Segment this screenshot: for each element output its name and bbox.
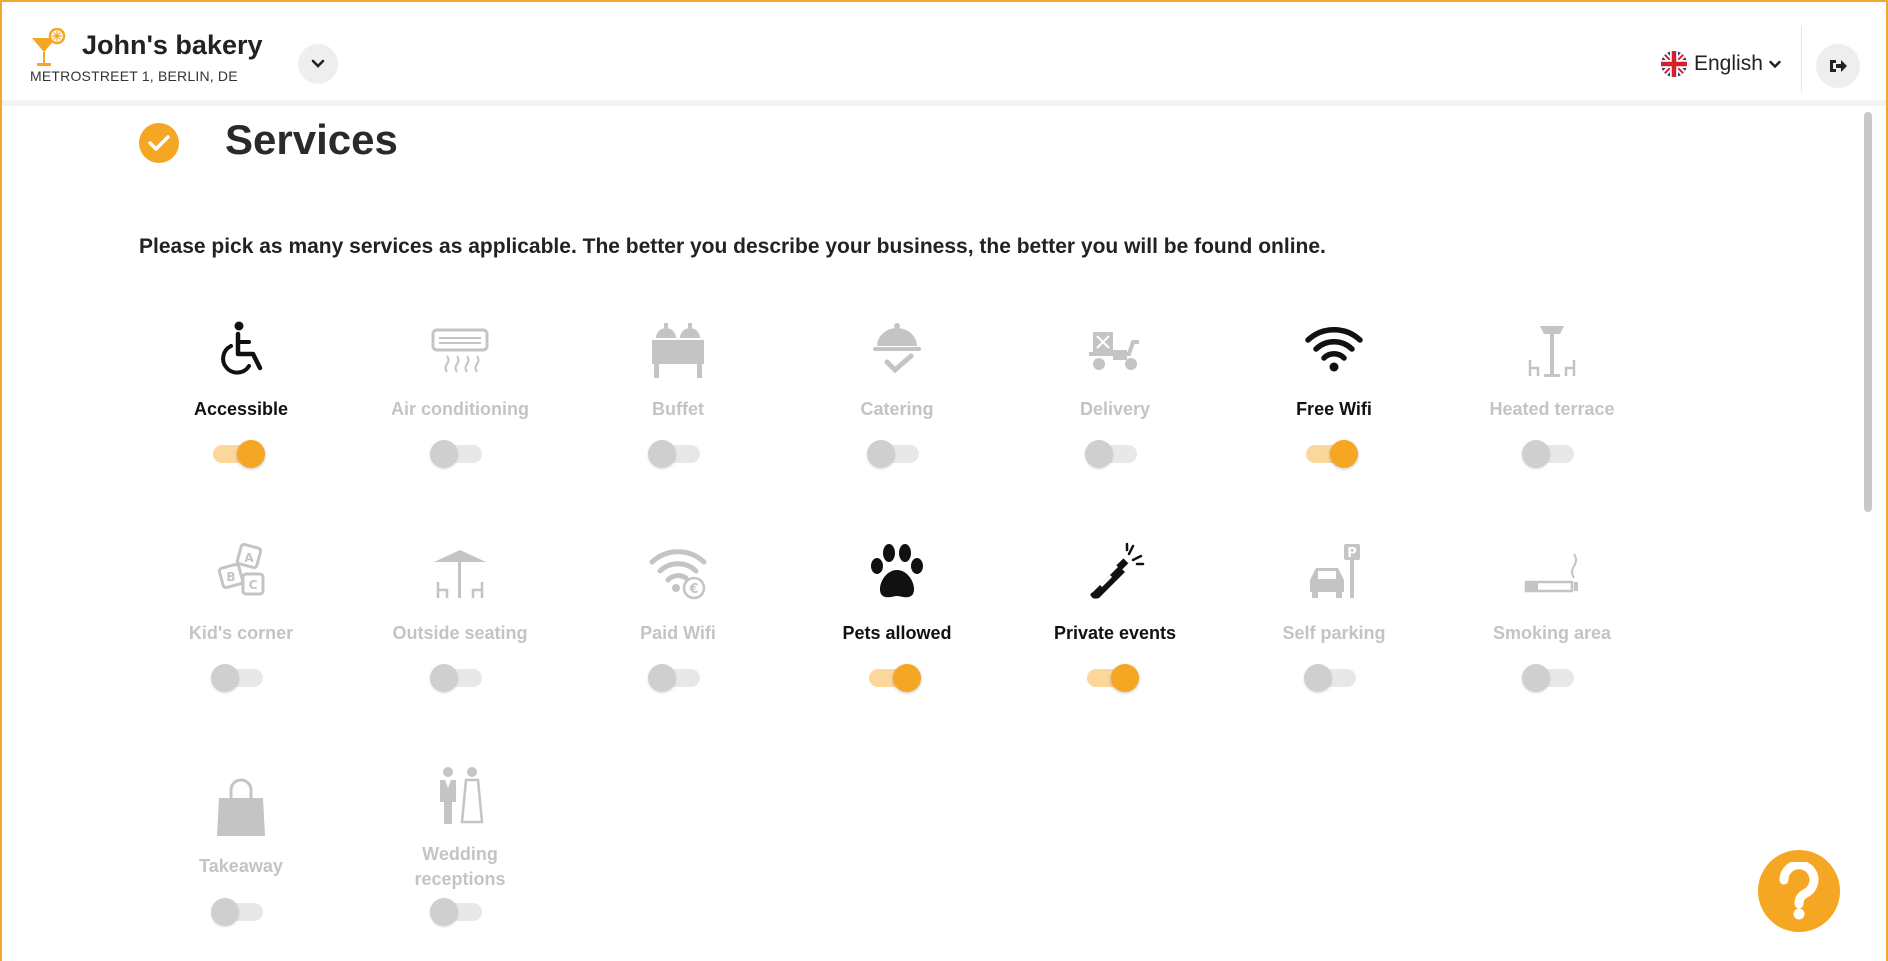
service-label: Paid Wifi [640, 623, 716, 643]
service-toggle-kids-corner[interactable] [211, 664, 265, 692]
wifi-icon [1305, 326, 1363, 372]
wheelchair-icon [221, 321, 263, 375]
service-label: Free Wifi [1296, 399, 1372, 419]
service-label: Accessible [193, 399, 289, 419]
service-label: Smoking area [1492, 623, 1612, 643]
service-label: Private events [1053, 623, 1177, 643]
svg-text:P: P [1347, 546, 1357, 561]
delivery-scooter-icon [1089, 332, 1139, 370]
catering-cloche-icon [873, 323, 921, 374]
heated-terrace-icon [1528, 326, 1576, 377]
business-address: METROSTREET 1, BERLIN, DE [30, 68, 238, 84]
header-divider [1801, 26, 1802, 92]
top-bar: John's bakery METROSTREET 1, BERLIN, DE … [2, 8, 1886, 106]
svg-text:B: B [226, 570, 235, 584]
service-toggle-paid-wifi[interactable] [648, 664, 702, 692]
logout-button[interactable] [1816, 44, 1860, 88]
service-toggle-smoking-area[interactable] [1522, 664, 1576, 692]
language-label: English [1694, 52, 1763, 75]
service-toggle-catering[interactable] [867, 440, 921, 468]
service-label: Outside seating [392, 623, 528, 643]
service-toggle-delivery[interactable] [1085, 440, 1139, 468]
service-label: Kid's corner [188, 623, 294, 643]
service-toggle-accessible[interactable] [213, 440, 265, 468]
logout-icon [1830, 60, 1847, 72]
paw-icon [871, 544, 923, 598]
business-switch-button[interactable] [298, 44, 338, 84]
air-conditioner-icon [431, 328, 489, 373]
service-toggle-air-conditioning[interactable] [430, 440, 484, 468]
service-toggle-outside-seating[interactable] [430, 664, 484, 692]
service-label: Heated terrace [1489, 399, 1615, 419]
service-toggle-heated-terrace[interactable] [1522, 440, 1576, 468]
chevron-down-icon [311, 59, 325, 68]
service-label: Wedding receptions [414, 844, 506, 889]
abc-blocks-icon: A B C [217, 542, 265, 596]
question-mark-icon [1779, 862, 1819, 920]
section-complete-check-icon [139, 123, 179, 163]
chevron-down-icon [1769, 60, 1781, 68]
service-label: Air conditioning [391, 399, 529, 419]
section-title: Services [225, 116, 398, 163]
service-label: Self parking [1282, 623, 1386, 643]
service-label: Buffet [652, 399, 704, 419]
service-toggle-free-wifi[interactable] [1306, 440, 1358, 468]
section-description: Please pick as many services as applicab… [139, 235, 1326, 258]
service-toggle-wedding-receptions[interactable] [430, 898, 484, 926]
language-selector[interactable]: English [1660, 50, 1781, 78]
paid-wifi-icon: € [649, 549, 707, 600]
uk-flag-icon [1661, 51, 1687, 77]
business-name: John's bakery [82, 30, 263, 60]
parasol-table-icon [434, 550, 486, 598]
service-toggle-private-events[interactable] [1087, 664, 1139, 692]
champagne-icon [1090, 542, 1145, 599]
svg-text:A: A [244, 551, 254, 565]
buffet-icon [652, 323, 704, 378]
service-label: Catering [860, 399, 934, 419]
service-toggle-self-parking[interactable] [1304, 664, 1358, 692]
service-toggle-pets-allowed[interactable] [869, 664, 921, 692]
service-toggle-buffet[interactable] [648, 440, 702, 468]
wedding-couple-icon [440, 767, 484, 824]
cocktail-logo-icon [32, 28, 66, 66]
svg-text:€: € [688, 582, 698, 597]
parking-car-icon: P [1310, 544, 1360, 598]
service-label: Takeaway [199, 856, 283, 876]
help-button[interactable] [1758, 850, 1840, 932]
cigarette-icon [1524, 553, 1578, 593]
svg-text:C: C [249, 578, 258, 592]
service-label: Pets allowed [842, 623, 952, 643]
service-label: Delivery [1079, 399, 1151, 419]
service-toggle-takeaway[interactable] [211, 898, 265, 926]
shopping-bag-icon [217, 778, 265, 836]
scrollbar-thumb[interactable] [1864, 112, 1872, 512]
